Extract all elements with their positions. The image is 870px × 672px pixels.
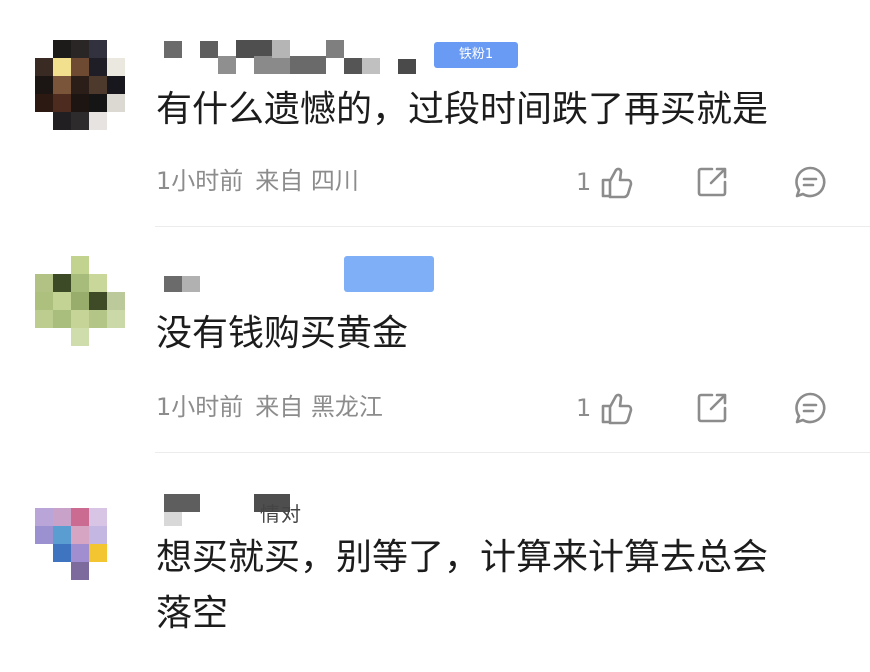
comment-text-line1: 想买就买，别等了，计算来计算去总会 bbox=[156, 537, 769, 578]
comment-text: 没有钱购买黄金 bbox=[156, 313, 409, 354]
username[interactable]: 情对 bbox=[162, 490, 342, 526]
comment-location: 来自 黑龙江 bbox=[255, 393, 383, 421]
comment-text: 有什么遗憾的，过段时间跌了再买就是 bbox=[156, 89, 769, 130]
avatar[interactable] bbox=[35, 490, 127, 582]
comment-location: 来自 四川 bbox=[255, 167, 359, 195]
share-icon[interactable] bbox=[694, 390, 730, 426]
like-count: 1 bbox=[576, 394, 592, 422]
divider bbox=[155, 226, 870, 227]
comment-actions: 1 bbox=[570, 162, 840, 202]
avatar[interactable] bbox=[35, 256, 127, 348]
comment-time: 1小时前 bbox=[156, 393, 244, 421]
comment-time: 1小时前 bbox=[156, 167, 244, 195]
divider bbox=[155, 452, 870, 453]
thumbs-up-icon[interactable] bbox=[598, 164, 634, 200]
fan-badge: 铁粉1 bbox=[434, 42, 518, 68]
comment-actions: 1 bbox=[570, 388, 840, 428]
comment-meta: 1小时前 来自 黑龙江 bbox=[156, 392, 395, 422]
username-fragment: 情对 bbox=[260, 502, 302, 526]
comment-icon[interactable] bbox=[792, 390, 828, 426]
fan-badge bbox=[344, 256, 434, 292]
comment-meta: 1小时前 来自 四川 bbox=[156, 166, 371, 196]
avatar[interactable] bbox=[35, 40, 127, 132]
comment-text-line2: 落空 bbox=[156, 593, 229, 634]
like-count: 1 bbox=[576, 168, 592, 196]
thumbs-up-icon[interactable] bbox=[598, 390, 634, 426]
username[interactable] bbox=[162, 274, 222, 310]
comment-icon[interactable] bbox=[792, 164, 828, 200]
share-icon[interactable] bbox=[694, 164, 730, 200]
